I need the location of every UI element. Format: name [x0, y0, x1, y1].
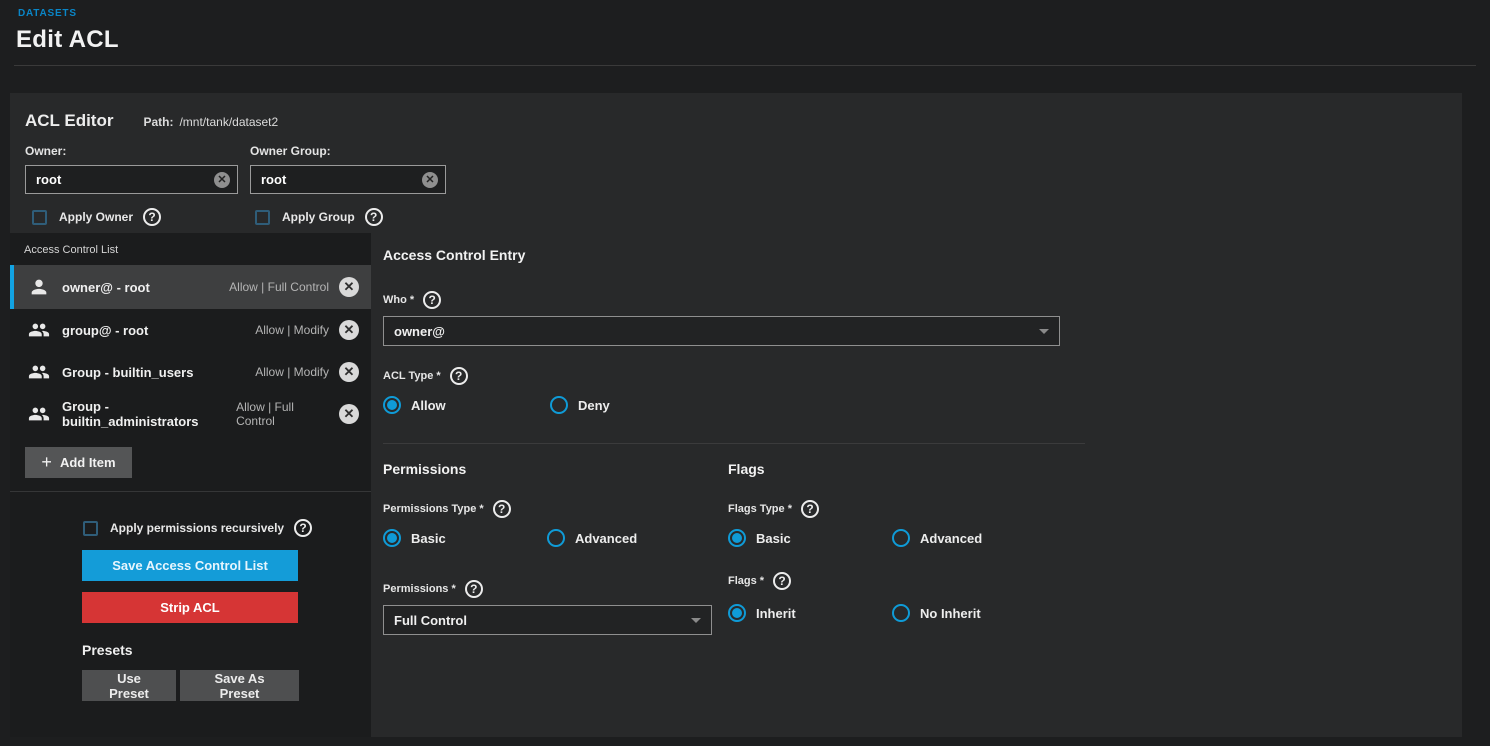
list-item[interactable]: Group - builtin_administrators Allow | F… [10, 393, 371, 435]
entry-permission: Allow | Modify [255, 365, 329, 379]
flags-label: Flags * [728, 575, 764, 587]
radio-icon [728, 529, 746, 547]
acl-editor-title: ACL Editor [25, 111, 113, 131]
owner-group-input[interactable] [251, 172, 445, 187]
remove-entry-icon[interactable]: ✕ [339, 404, 359, 424]
owner-input[interactable] [26, 172, 237, 187]
acl-type-help-icon[interactable]: ? [450, 367, 468, 385]
radio-no-inherit[interactable]: No Inherit [892, 604, 981, 622]
permissions-type-help-icon[interactable]: ? [493, 500, 511, 518]
clear-owner-icon[interactable]: ✕ [214, 172, 230, 188]
permissions-section: Permissions Permissions Type * ? Basic A… [383, 461, 728, 635]
apply-group-help-icon[interactable]: ? [365, 208, 383, 226]
entry-name: group@ - root [62, 323, 255, 338]
path-value: /mnt/tank/dataset2 [179, 115, 278, 129]
radio-allow[interactable]: Allow [383, 396, 550, 414]
radio-icon [892, 529, 910, 547]
who-select[interactable]: owner@ [383, 316, 1060, 346]
plus-icon: + [41, 452, 52, 473]
add-item-label: Add Item [60, 455, 116, 470]
entry-name: Group - builtin_users [62, 365, 255, 380]
group-icon [28, 361, 50, 383]
flags-type-label: Flags Type * [728, 503, 792, 515]
permissions-title: Permissions [383, 461, 728, 477]
radio-permissions-basic[interactable]: Basic [383, 529, 547, 547]
page-title: Edit ACL [16, 26, 1490, 54]
who-value: owner@ [394, 324, 445, 339]
save-as-preset-button[interactable]: Save As Preset [180, 670, 299, 701]
radio-icon [728, 604, 746, 622]
apply-group-label: Apply Group [282, 210, 355, 224]
acl-type-label: ACL Type * [383, 370, 441, 382]
breadcrumb[interactable]: DATASETS [18, 8, 1490, 19]
radio-flags-basic[interactable]: Basic [728, 529, 892, 547]
apply-recursively-checkbox[interactable] [83, 521, 98, 536]
permissions-help-icon[interactable]: ? [465, 580, 483, 598]
chevron-down-icon [691, 618, 701, 623]
dataset-path: Path: /mnt/tank/dataset2 [143, 115, 278, 129]
remove-entry-icon[interactable]: ✕ [339, 277, 359, 297]
entry-name: Group - builtin_administrators [62, 399, 236, 429]
user-icon [28, 276, 50, 298]
apply-recursively-help-icon[interactable]: ? [294, 519, 312, 537]
left-panel-divider [10, 491, 371, 492]
flags-section: Flags Flags Type * ? Basic Advanced [728, 461, 1073, 635]
access-control-entry-panel: Access Control Entry Who * ? owner@ ACL … [371, 233, 1462, 737]
entry-permission: Allow | Modify [255, 323, 329, 337]
use-preset-button[interactable]: Use Preset [82, 670, 176, 701]
presets-title: Presets [82, 642, 371, 658]
acl-list-panel: Access Control List owner@ - root Allow … [10, 233, 371, 737]
apply-recursively-label: Apply permissions recursively [110, 521, 284, 535]
chevron-down-icon [1039, 329, 1049, 334]
remove-entry-icon[interactable]: ✕ [339, 320, 359, 340]
radio-inherit[interactable]: Inherit [728, 604, 892, 622]
apply-owner-help-icon[interactable]: ? [143, 208, 161, 226]
permissions-type-label: Permissions Type * [383, 503, 484, 515]
add-item-button[interactable]: + Add Item [25, 447, 132, 478]
owner-label: Owner: [25, 144, 238, 158]
permissions-value: Full Control [394, 613, 467, 628]
owner-group-input-wrap: ✕ [250, 165, 446, 194]
acl-editor-card: ACL Editor Path: /mnt/tank/dataset2 Owner… [10, 93, 1462, 737]
permissions-select[interactable]: Full Control [383, 605, 712, 635]
owner-input-wrap: ✕ [25, 165, 238, 194]
radio-icon [892, 604, 910, 622]
strip-acl-button[interactable]: Strip ACL [82, 592, 298, 623]
list-item[interactable]: Group - builtin_users Allow | Modify ✕ [10, 351, 371, 393]
apply-group-checkbox[interactable] [255, 210, 270, 225]
remove-entry-icon[interactable]: ✕ [339, 362, 359, 382]
apply-owner-checkbox[interactable] [32, 210, 47, 225]
list-item[interactable]: group@ - root Allow | Modify ✕ [10, 309, 371, 351]
flags-type-help-icon[interactable]: ? [801, 500, 819, 518]
path-label: Path: [143, 115, 173, 129]
radio-permissions-advanced[interactable]: Advanced [547, 529, 637, 547]
owner-group-label: Owner Group: [250, 144, 446, 158]
entry-permission: Allow | Full Control [229, 280, 329, 294]
list-item[interactable]: owner@ - root Allow | Full Control ✕ [10, 265, 371, 309]
acl-list-title: Access Control List [10, 233, 371, 265]
page-header: DATASETS Edit ACL [0, 0, 1490, 66]
radio-icon [383, 396, 401, 414]
radio-icon [383, 529, 401, 547]
who-label: Who * [383, 294, 414, 306]
radio-icon [550, 396, 568, 414]
flags-help-icon[interactable]: ? [773, 572, 791, 590]
apply-owner-label: Apply Owner [59, 210, 133, 224]
clear-owner-group-icon[interactable]: ✕ [422, 172, 438, 188]
radio-deny[interactable]: Deny [550, 396, 610, 414]
entry-name: owner@ - root [62, 280, 229, 295]
flags-title: Flags [728, 461, 1073, 477]
radio-flags-advanced[interactable]: Advanced [892, 529, 982, 547]
entry-permission: Allow | Full Control [236, 400, 329, 428]
group-icon [28, 319, 50, 341]
section-divider [383, 443, 1085, 444]
permissions-label: Permissions * [383, 583, 456, 595]
save-acl-button[interactable]: Save Access Control List [82, 550, 298, 581]
who-help-icon[interactable]: ? [423, 291, 441, 309]
radio-icon [547, 529, 565, 547]
group-icon [28, 403, 50, 425]
header-divider [14, 65, 1476, 66]
acl-editor-top: ACL Editor Path: /mnt/tank/dataset2 Owner… [10, 93, 1462, 233]
ace-title: Access Control Entry [383, 247, 1462, 263]
